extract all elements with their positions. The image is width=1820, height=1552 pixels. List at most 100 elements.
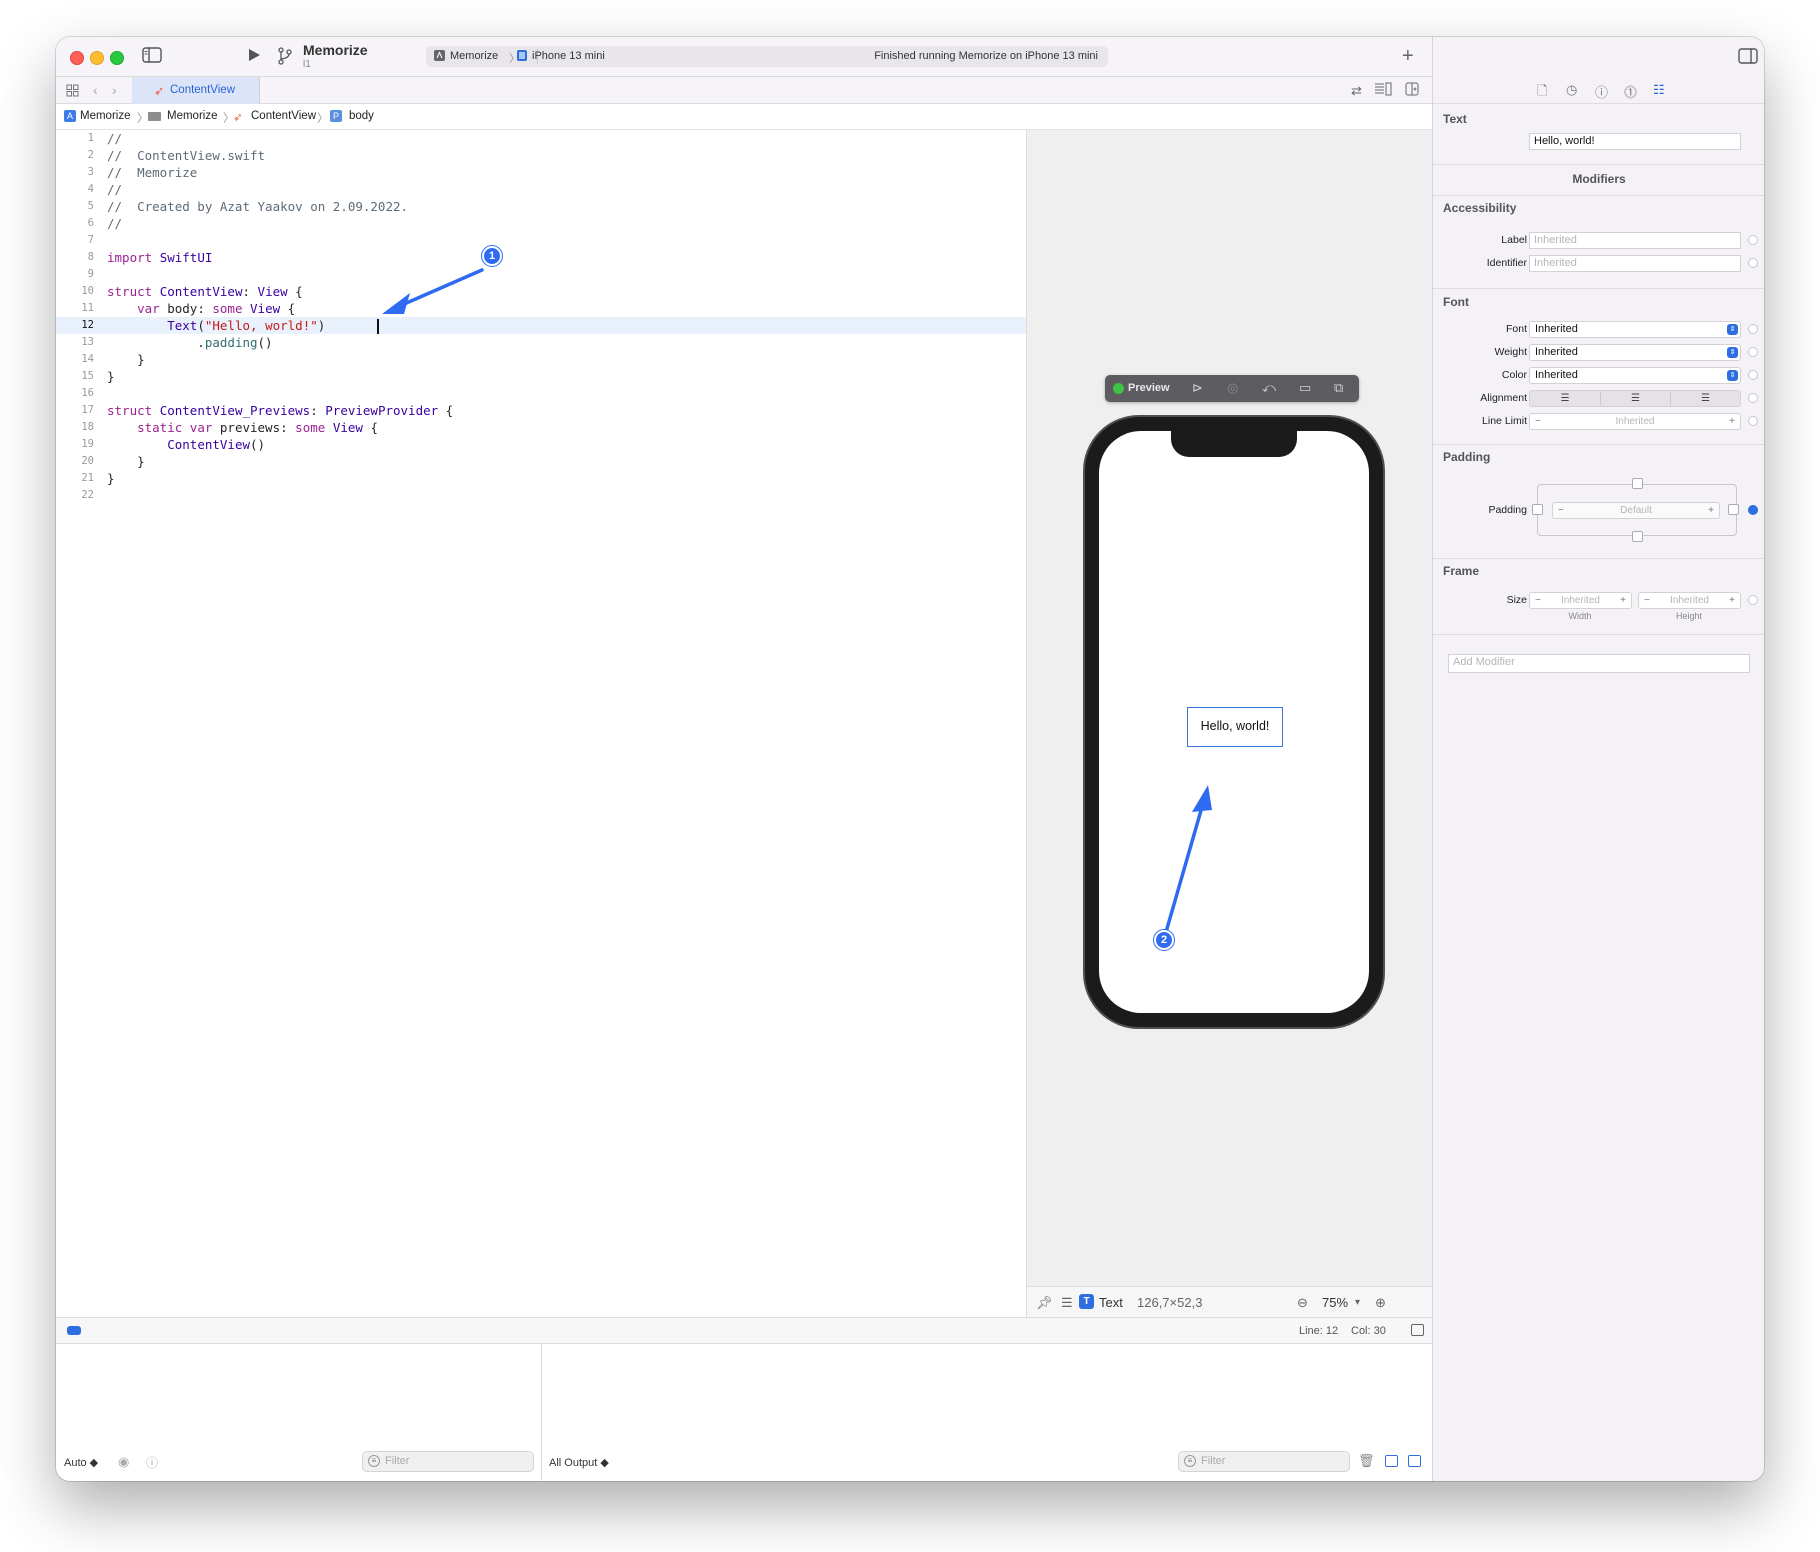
align-trailing-icon[interactable]: ☰	[1670, 392, 1740, 405]
height-stepper[interactable]: − Inherited +	[1638, 592, 1741, 609]
breadcrumb-group[interactable]: Memorize	[167, 110, 217, 122]
breadcrumb-symbol[interactable]: body	[349, 110, 374, 122]
align-leading-icon[interactable]: ☰	[1530, 392, 1600, 405]
selectable-mode-icon[interactable]: ◎	[1227, 380, 1238, 396]
zoom-level[interactable]: 75%	[1322, 1295, 1348, 1310]
modifier-toggle[interactable]	[1748, 347, 1758, 357]
rotate-icon[interactable]: ⤺	[1262, 380, 1276, 396]
modifier-toggle[interactable]	[1748, 416, 1758, 426]
history-inspector-icon[interactable]: ◷	[1566, 82, 1577, 98]
back-icon[interactable]: ‹	[93, 81, 98, 99]
tab-contentview[interactable]: ➶ ContentView	[132, 77, 260, 104]
align-center-icon[interactable]: ☰	[1600, 392, 1670, 405]
increment-icon[interactable]: +	[1729, 593, 1735, 608]
show-variables-icon[interactable]	[1385, 1455, 1398, 1467]
attributes-inspector-icon[interactable]: ☷	[1653, 82, 1665, 98]
code-line[interactable]: 8 import SwiftUI	[56, 249, 1026, 266]
output-popup[interactable]: All Output ◆	[549, 1456, 609, 1469]
code-line[interactable]: 7	[56, 232, 1026, 249]
code-line[interactable]: 18 static var previews: some View {	[56, 419, 1026, 436]
code-text[interactable]: 1 // 2 // ContentView.swift 3 // Memorize 4…	[56, 130, 1026, 504]
code-line[interactable]: 3 // Memorize	[56, 164, 1026, 181]
scheme-selector[interactable]: Memorize	[450, 50, 498, 62]
breadcrumb-file[interactable]: ContentView	[251, 110, 316, 122]
accessibility-label-field[interactable]: Inherited	[1529, 232, 1741, 249]
related-items-icon[interactable]: ⇄	[1351, 82, 1362, 100]
debug-toggle-icon[interactable]	[67, 1326, 81, 1335]
padding-bottom-checkbox[interactable]	[1632, 531, 1643, 542]
file-inspector-icon[interactable]: 🗋	[1537, 82, 1547, 104]
font-popup[interactable]: Inherited ⇕	[1529, 321, 1741, 338]
console-filter-field[interactable]: ≡ Filter	[1178, 1451, 1350, 1472]
code-line[interactable]: 14 }	[56, 351, 1026, 368]
code-line[interactable]: 17 struct ContentView_Previews: PreviewPr…	[56, 402, 1026, 419]
source-editor[interactable]: 1 // 2 // ContentView.swift 3 // Memorize 4…	[56, 130, 1026, 1317]
modifier-toggle[interactable]	[1748, 393, 1758, 403]
padding-top-checkbox[interactable]	[1632, 478, 1643, 489]
code-line[interactable]: 9	[56, 266, 1026, 283]
device-selector[interactable]: iPhone 13 mini	[532, 50, 605, 62]
device-screen[interactable]: Hello, world!	[1099, 431, 1369, 1013]
increment-icon[interactable]: +	[1729, 414, 1735, 429]
code-line[interactable]: 19 ContentView()	[56, 436, 1026, 453]
add-modifier-field[interactable]: Add Modifier	[1448, 654, 1750, 673]
code-line[interactable]: 20 }	[56, 453, 1026, 470]
variables-filter-field[interactable]: ≡ Filter	[362, 1451, 534, 1472]
decrement-icon[interactable]: −	[1558, 503, 1564, 518]
variables-scope-popup[interactable]: Auto ◆	[64, 1456, 98, 1469]
branch-icon[interactable]	[277, 47, 293, 69]
code-line[interactable]: 15}	[56, 368, 1026, 385]
text-value-field[interactable]: Hello, world!	[1529, 133, 1741, 150]
decrement-icon[interactable]: −	[1644, 593, 1650, 608]
show-console-icon[interactable]	[1408, 1455, 1421, 1467]
quick-help-icon[interactable]: ⓘ	[1595, 82, 1608, 101]
code-line[interactable]: 16	[56, 385, 1026, 402]
code-line[interactable]: 11 var body: some View {	[56, 300, 1026, 317]
modifier-toggle[interactable]	[1748, 324, 1758, 334]
decrement-icon[interactable]: −	[1535, 593, 1541, 608]
split-editor-icon[interactable]	[1405, 82, 1419, 100]
editor-options-icon[interactable]	[1374, 82, 1392, 100]
code-line[interactable]: 13 .padding()	[56, 334, 1026, 351]
add-icon[interactable]: +	[1402, 46, 1414, 66]
code-line[interactable]: 5 // Created by Azat Yaakov on 2.09.2022.	[56, 198, 1026, 215]
increment-icon[interactable]: +	[1708, 503, 1714, 518]
increment-icon[interactable]: +	[1620, 593, 1626, 608]
accessibility-inspector-icon[interactable]: ⓵	[1624, 82, 1637, 101]
info-icon[interactable]: ⓘ	[146, 1454, 158, 1471]
chevron-down-icon[interactable]: ▾	[1355, 1297, 1360, 1308]
code-line[interactable]: 21}	[56, 470, 1026, 487]
code-line[interactable]: 4 //	[56, 181, 1026, 198]
trash-icon[interactable]: 🗑︎	[1358, 1453, 1375, 1469]
modifier-toggle[interactable]	[1748, 595, 1758, 605]
eye-icon[interactable]: ◉	[118, 1454, 129, 1470]
weight-popup[interactable]: Inherited ⇕	[1529, 344, 1741, 361]
inspector-toggle-icon[interactable]	[1738, 48, 1758, 69]
color-popup[interactable]: Inherited ⇕	[1529, 367, 1741, 384]
navigator-toggle-icon[interactable]	[142, 47, 162, 67]
line-limit-stepper[interactable]: − Inherited +	[1529, 413, 1741, 430]
zoom-in-icon[interactable]: ⊕	[1375, 1295, 1386, 1311]
zoom-out-icon[interactable]: ⊖	[1297, 1295, 1308, 1311]
grid-icon[interactable]	[66, 83, 79, 101]
accessibility-identifier-field[interactable]: Inherited	[1529, 255, 1741, 272]
padding-trailing-checkbox[interactable]	[1728, 504, 1739, 515]
width-stepper[interactable]: − Inherited +	[1529, 592, 1632, 609]
device-settings-icon[interactable]: ▭	[1299, 380, 1311, 396]
variants-icon[interactable]: ☰	[1061, 1295, 1073, 1311]
run-icon[interactable]	[246, 47, 262, 67]
zoom-window-button[interactable]	[110, 51, 124, 65]
modifier-toggle[interactable]	[1748, 370, 1758, 380]
scheme-title[interactable]: Memorize	[303, 42, 368, 58]
padding-stepper[interactable]: − Default +	[1552, 502, 1720, 519]
pin-icon[interactable]: 📌︎	[1036, 1295, 1053, 1311]
hello-world-text[interactable]: Hello, world!	[1187, 707, 1283, 747]
hide-debug-area-icon[interactable]	[1411, 1324, 1424, 1336]
code-line[interactable]: 1 //	[56, 130, 1026, 147]
modifier-toggle[interactable]	[1748, 235, 1758, 245]
close-window-button[interactable]	[70, 51, 84, 65]
modifier-toggle[interactable]	[1748, 505, 1758, 515]
code-line-current[interactable]: 12 Text("Hello, world!")	[56, 317, 1026, 334]
code-line[interactable]: 2 // ContentView.swift	[56, 147, 1026, 164]
code-line[interactable]: 22	[56, 487, 1026, 504]
